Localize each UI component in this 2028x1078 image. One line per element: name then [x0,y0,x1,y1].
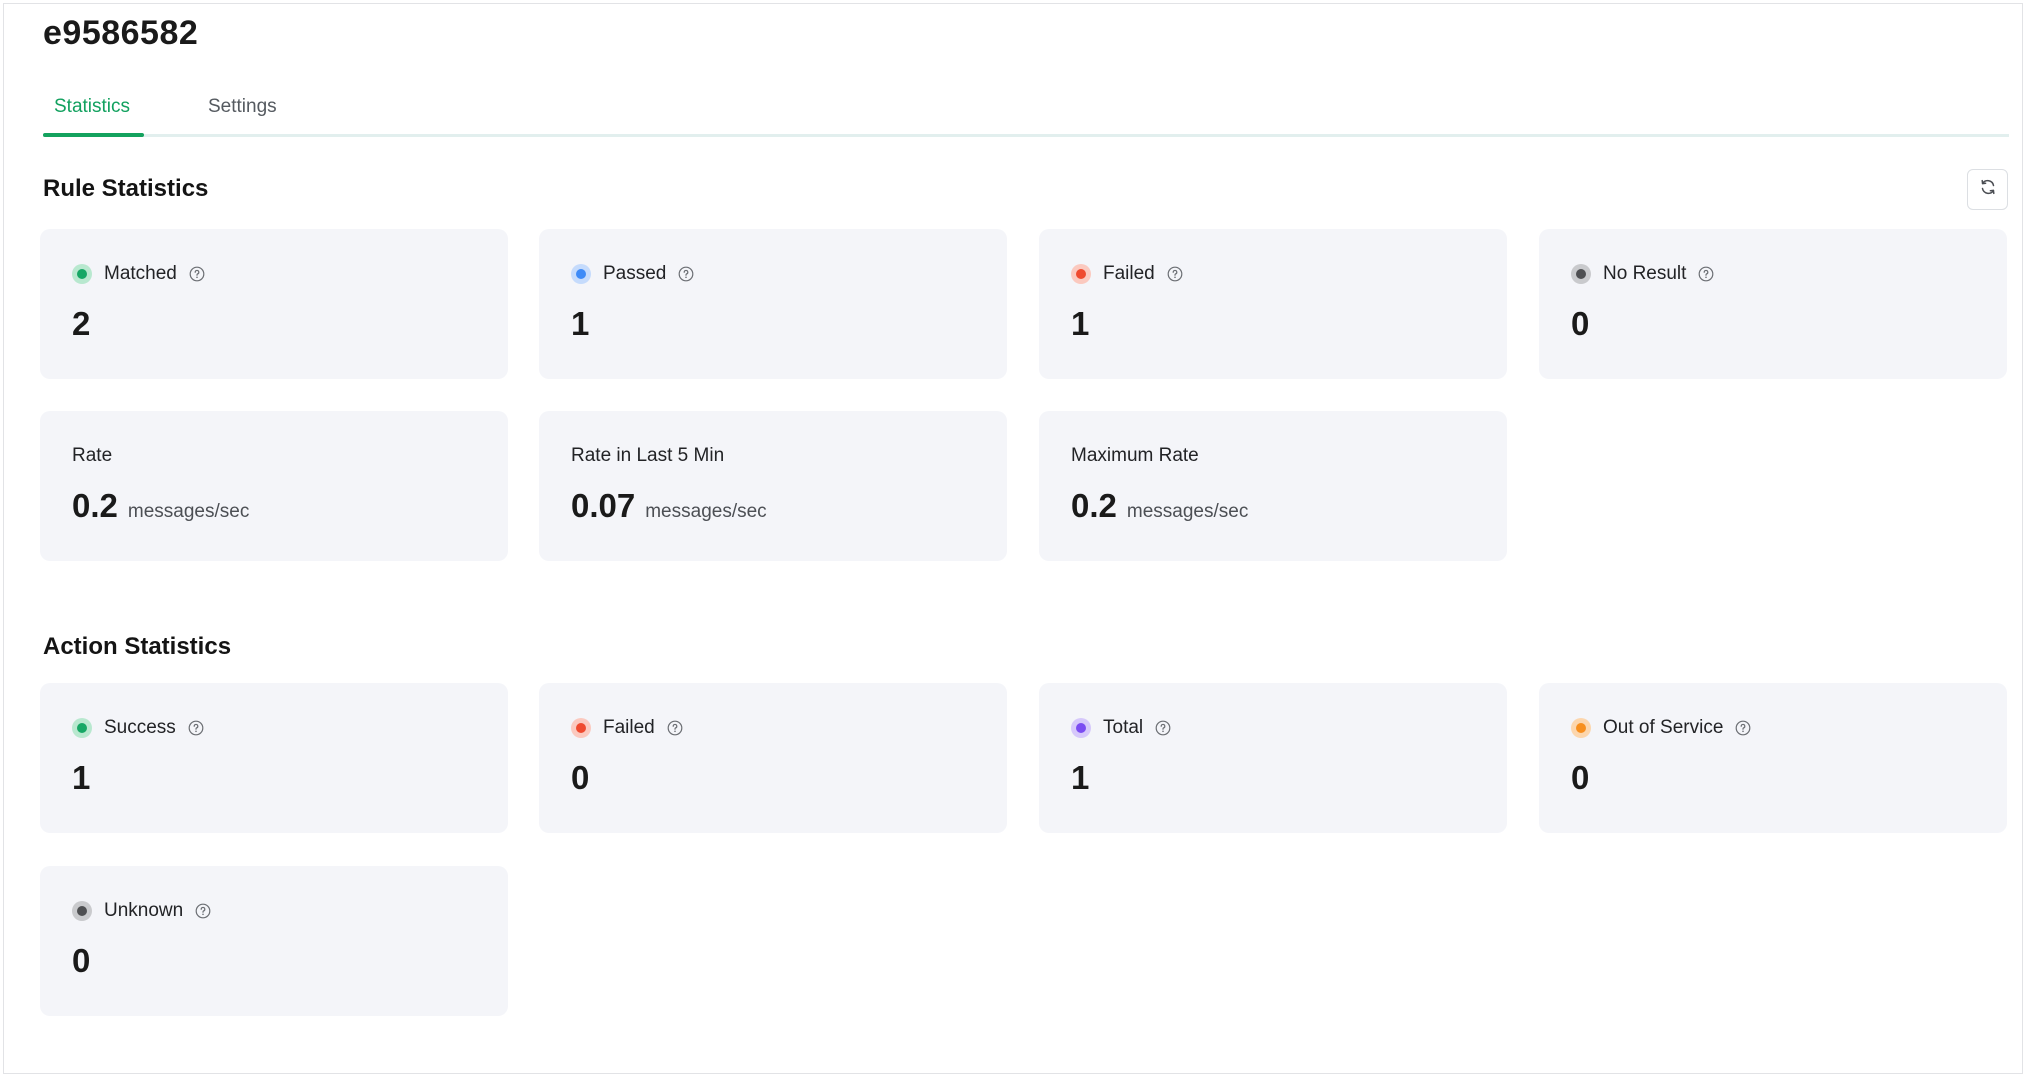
question-circle-icon[interactable] [678,266,694,282]
tab-settings[interactable]: Settings [208,96,277,118]
rate-label: Rate [72,445,113,466]
question-circle-icon[interactable] [667,720,683,736]
refresh-button[interactable] [1967,169,2008,210]
rule-detail-panel: e9586582 Statistics Settings Rule Statis… [3,3,2023,1074]
status-dot [72,901,92,921]
action-card-unknown: Unknown 0 [40,866,508,1016]
stat-label: Passed [603,263,667,284]
question-circle-icon[interactable] [1698,266,1714,282]
tab-statistics[interactable]: Statistics [54,96,130,118]
status-dot [72,718,92,738]
stat-value: 1 [1071,759,1090,796]
stat-card-passed: Passed 1 [539,229,1007,379]
question-circle-icon[interactable] [188,720,204,736]
status-dot [1571,264,1591,284]
rate-value: 0.2 [1071,487,1117,524]
status-dot [571,718,591,738]
refresh-icon [1979,178,1997,201]
status-dot [1071,718,1091,738]
tab-divider [43,134,2009,137]
stat-value: 0 [72,942,91,979]
stat-label: Out of Service [1603,717,1724,738]
rate-value: 0.07 [571,487,636,524]
rate-unit: messages/sec [1126,501,1249,522]
status-dot [1071,264,1091,284]
tab-bar: Statistics Settings [43,82,2009,137]
stat-label: Failed [1103,263,1155,284]
stat-label: Success [104,717,176,738]
question-circle-icon[interactable] [1735,720,1751,736]
rate-card: Rate 0.2 messages/sec [40,411,508,561]
status-dot [571,264,591,284]
stat-label: Failed [603,717,655,738]
rate-last-5-min-card: Rate in Last 5 Min 0.07 messages/sec [539,411,1007,561]
rate-label: Maximum Rate [1071,445,1199,466]
stat-value: 0 [1571,759,1590,796]
active-tab-indicator [43,133,144,137]
action-card-total: Total 1 [1039,683,1507,833]
stat-value: 1 [1071,305,1090,342]
status-dot [72,264,92,284]
stat-label: Matched [104,263,177,284]
stat-value: 0 [1571,305,1590,342]
rule-statistics-title: Rule Statistics [43,175,209,202]
stat-label: No Result [1603,263,1687,284]
stat-card-failed: Failed 1 [1039,229,1507,379]
stat-value: 1 [571,305,590,342]
question-circle-icon[interactable] [189,266,205,282]
stat-label: Unknown [104,900,184,921]
question-circle-icon[interactable] [1167,266,1183,282]
stat-card-matched: Matched 2 [40,229,508,379]
maximum-rate-card: Maximum Rate 0.2 messages/sec [1039,411,1507,561]
question-circle-icon[interactable] [1155,720,1171,736]
action-card-out-of-service: Out of Service 0 [1539,683,2007,833]
rate-label: Rate in Last 5 Min [571,445,725,466]
rate-unit: messages/sec [645,501,767,522]
stat-value: 0 [571,759,590,796]
page-title: e9586582 [43,14,199,52]
stat-value: 2 [72,305,91,342]
question-circle-icon[interactable] [195,903,211,919]
stat-label: Total [1103,717,1144,738]
stat-card-no-result: No Result 0 [1539,229,2007,379]
action-card-success: Success 1 [40,683,508,833]
rate-unit: messages/sec [127,501,250,522]
stat-value: 1 [72,759,91,796]
action-card-failed: Failed 0 [539,683,1007,833]
status-dot [1571,718,1591,738]
action-statistics-title: Action Statistics [43,633,232,660]
rate-value: 0.2 [72,487,118,524]
